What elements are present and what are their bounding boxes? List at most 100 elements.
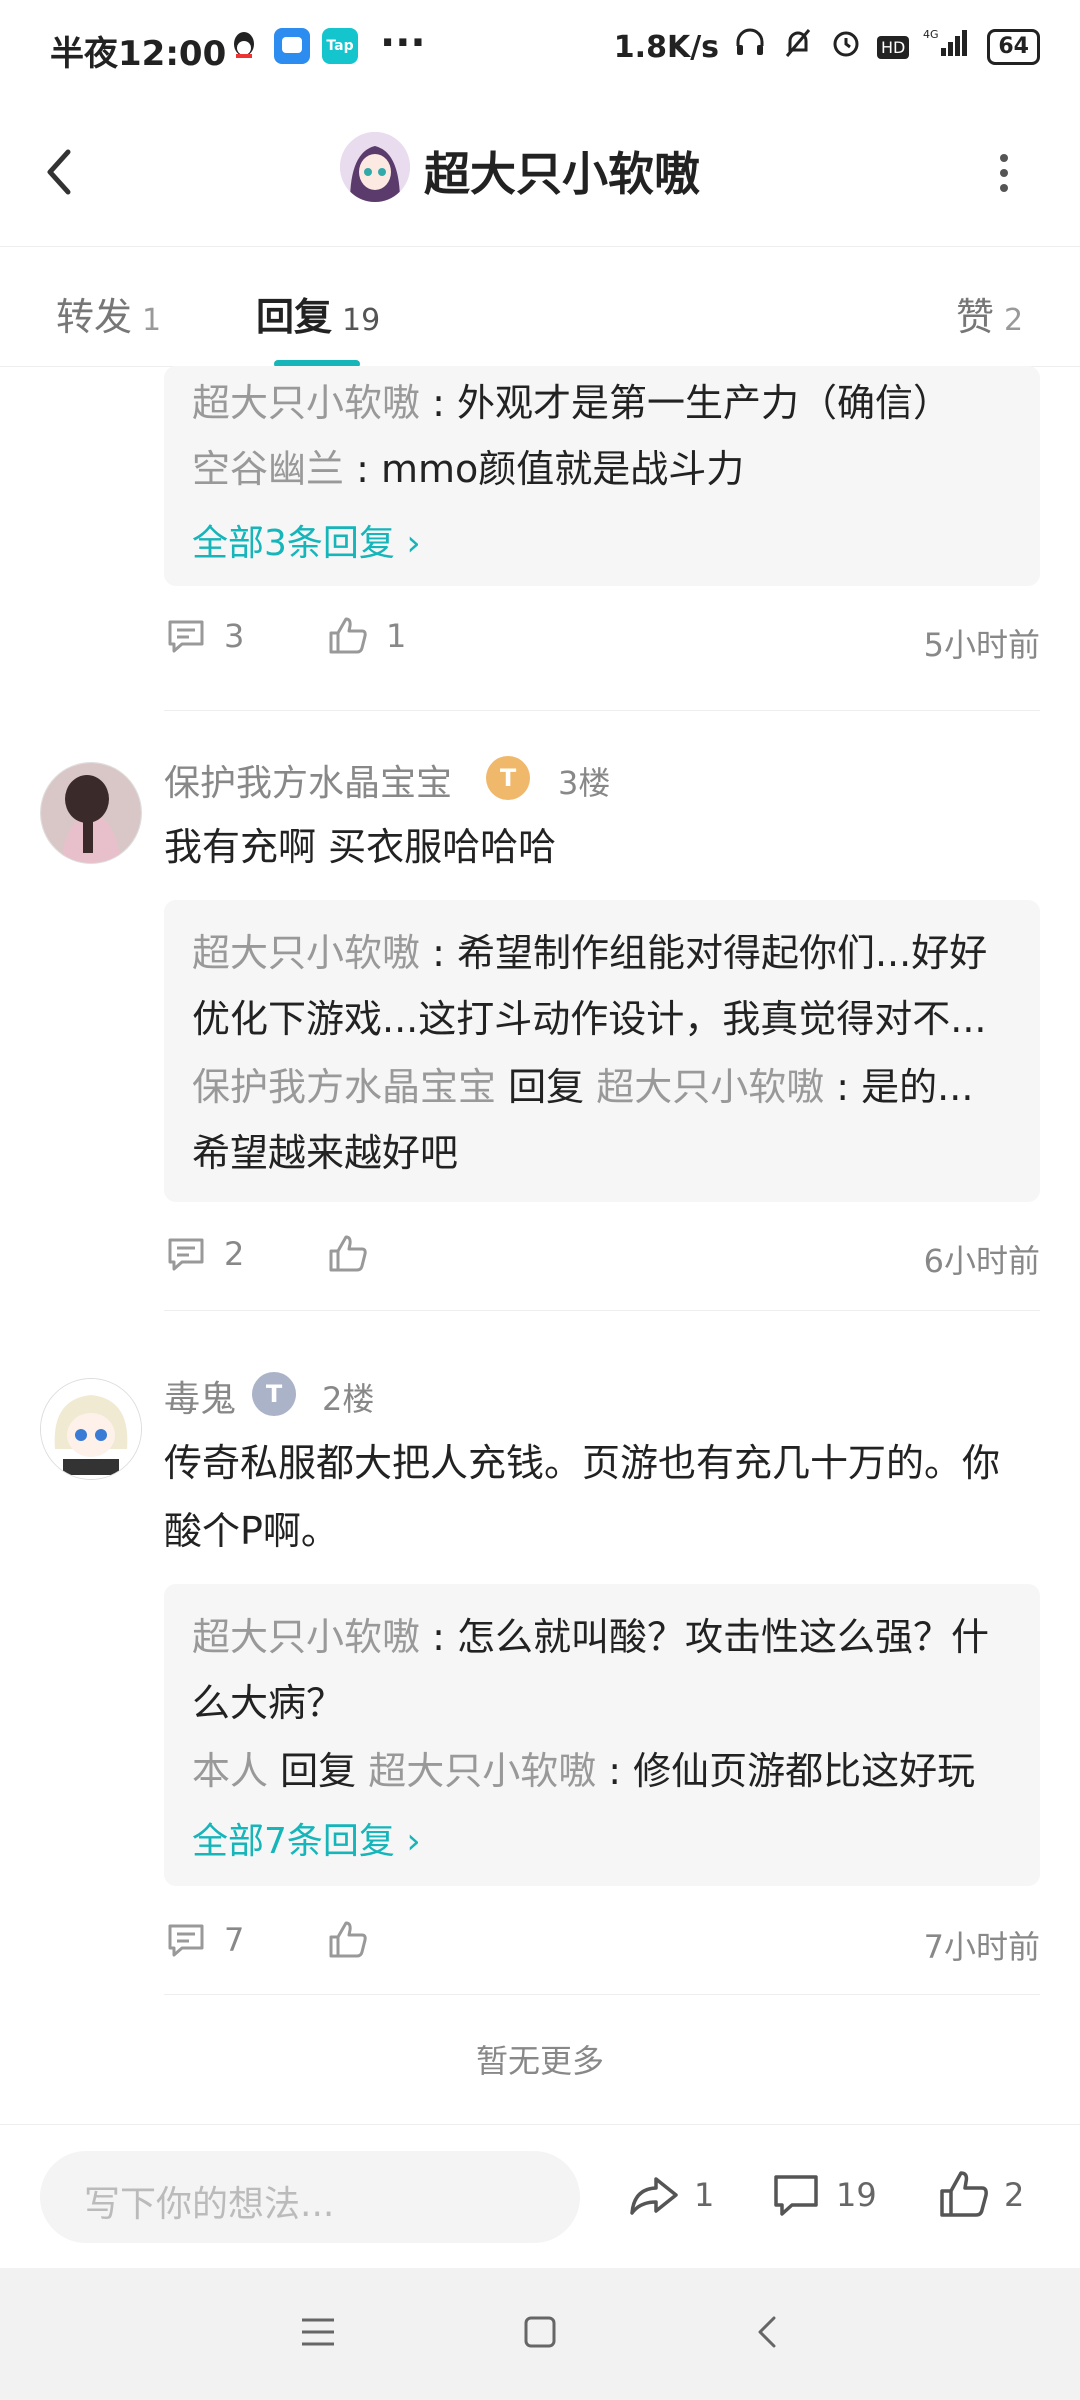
back-button[interactable]	[40, 142, 80, 202]
tab-replies[interactable]: 回复 19	[256, 286, 380, 341]
comment-icon	[168, 1924, 204, 1957]
all-replies-link[interactable]: 全部3条回复 ›	[192, 514, 421, 566]
tab-label: 转发	[56, 295, 133, 339]
user-name[interactable]: 毒鬼	[164, 1370, 236, 1422]
reply-line: 保护我方水晶宝宝 回复 超大只小软嗷 : 是的...	[192, 1054, 1022, 1120]
reply-text: : 外观才是第一生产力（确信）	[420, 381, 951, 425]
comment-icon	[168, 620, 204, 653]
taptap-icon: Tap	[322, 28, 358, 64]
reply-count: 7	[224, 1921, 245, 1959]
like-action[interactable]	[326, 1918, 370, 1966]
reply-target[interactable]: 超大只小软嗷	[368, 1749, 596, 1793]
like-action[interactable]: 1	[326, 614, 406, 658]
qq-icon	[226, 28, 262, 64]
comment-time: 7小时前	[923, 1928, 1040, 1966]
reply-connector: 回复	[496, 1065, 597, 1109]
divider	[164, 1310, 1040, 1311]
comment-count: 19	[836, 2176, 877, 2214]
reply-author[interactable]: 保护我方水晶宝宝	[192, 1065, 496, 1109]
like-count: 2	[1004, 2176, 1025, 2214]
thumbs-up-icon	[329, 1235, 367, 1272]
top-app-bar: 超大只小软嗷	[0, 96, 1080, 247]
reply-count: 2	[224, 1235, 245, 1273]
svg-text:4G: 4G	[923, 28, 939, 41]
reply-line: 超大只小软嗷 : 希望制作组能对得起你们...好好	[192, 920, 1022, 986]
system-nav-bar	[0, 2268, 1080, 2400]
comment-content-line: 酸个P啊。	[164, 1509, 339, 1553]
comment-content-line: 传奇私服都大把人充钱。页游也有充几十万的。你	[164, 1441, 1001, 1485]
reply-line: 空谷幽兰 : mmo颜值就是战斗力	[192, 436, 1022, 502]
battery-icon: 64	[987, 29, 1040, 65]
user-name[interactable]: 保护我方水晶宝宝	[164, 754, 452, 806]
net-speed: 1.8K/s	[613, 29, 720, 65]
status-time: 半夜12:00	[50, 34, 227, 74]
comment-input[interactable]: 写下你的想法...	[40, 2151, 580, 2243]
reply-text: 优化下游戏...这打斗动作设计，我真觉得对不...	[192, 997, 987, 1041]
tab-likes[interactable]: 赞2	[956, 286, 1023, 341]
reply-line: 超大只小软嗷 : 怎么就叫酸？攻击性这么强？什	[192, 1604, 1022, 1670]
reply-author[interactable]: 本人	[192, 1749, 268, 1793]
user-avatar[interactable]	[40, 1378, 142, 1480]
comment-icon	[774, 2175, 818, 2216]
divider	[164, 1994, 1040, 1995]
mute-icon	[781, 26, 815, 68]
status-right: 1.8K/s HD 4G 64	[614, 26, 1040, 68]
thumbs-up-icon	[329, 617, 367, 654]
reply-connector: 回复	[268, 1749, 369, 1793]
signal-icon: 4G	[923, 26, 973, 68]
tab-count: 19	[342, 303, 381, 338]
reply-author[interactable]: 超大只小软嗷	[192, 1615, 420, 1659]
reply-action[interactable]: 3	[164, 614, 244, 658]
hd-icon: HD	[877, 35, 910, 59]
reply-text: : 修仙页游都比这好玩	[596, 1749, 976, 1793]
reply-text: : 是的...	[824, 1065, 974, 1109]
back-nav-icon[interactable]	[748, 2312, 788, 2352]
more-notifications-icon: ···	[380, 20, 426, 66]
comment-button[interactable]: 19	[768, 2167, 877, 2223]
comment-time: 6小时前	[923, 1242, 1040, 1280]
comment-input-placeholder: 写下你的想法...	[84, 2184, 335, 2225]
page-title: 超大只小软嗷	[424, 147, 700, 201]
reply-count: 3	[224, 617, 245, 655]
reply-action[interactable]: 2	[164, 1232, 244, 1276]
reply-line: 希望越来越好吧	[192, 1120, 1022, 1186]
like-button[interactable]: 2	[936, 2167, 1024, 2223]
share-icon	[630, 2177, 678, 2215]
reply-target[interactable]: 超大只小软嗷	[596, 1065, 824, 1109]
tab-label: 回复	[256, 295, 333, 339]
menu-icon[interactable]	[298, 2312, 338, 2352]
reply-line: 本人 回复 超大只小软嗷 : 修仙页游都比这好玩	[192, 1738, 1022, 1804]
reply-author[interactable]: 超大只小软嗷	[192, 381, 420, 425]
alarm-icon	[829, 26, 863, 68]
home-icon[interactable]	[520, 2312, 560, 2352]
reply-text: : 怎么就叫酸？攻击性这么强？什	[420, 1615, 989, 1659]
reply-text: 么大病？	[192, 1681, 345, 1725]
tab-count: 2	[1004, 303, 1024, 338]
reply-action[interactable]: 7	[164, 1918, 244, 1962]
level-badge: T	[486, 756, 530, 800]
comment-content: 我有充啊 买衣服哈哈哈	[164, 825, 557, 869]
level-badge: T	[252, 1372, 296, 1416]
tab-forward[interactable]: 转发 1	[56, 286, 161, 341]
share-count: 1	[694, 2176, 715, 2214]
reply-line: 超大只小软嗷 : 外观才是第一生产力（确信）	[192, 370, 1022, 436]
all-replies-link[interactable]: 全部7条回复 ›	[192, 1812, 421, 1864]
reply-author[interactable]: 空谷幽兰	[192, 447, 344, 491]
thumbs-up-icon	[940, 2171, 988, 2217]
reply-author[interactable]: 超大只小软嗷	[192, 931, 420, 975]
reply-text: : mmo颜值就是战斗力	[344, 447, 745, 491]
reply-box[interactable]: 超大只小软嗷 : 怎么就叫酸？攻击性这么强？什 么大病？ 本人 回复 超大只小软…	[164, 1584, 1040, 1886]
tab-bar: 转发 1 回复 19 赞2	[0, 246, 1080, 368]
reply-line: 么大病？	[192, 1670, 1022, 1736]
reply-box[interactable]: 超大只小软嗷 : 外观才是第一生产力（确信） 空谷幽兰 : mmo颜值就是战斗力…	[164, 366, 1040, 586]
author-avatar[interactable]	[340, 132, 410, 202]
comment-icon	[168, 1238, 204, 1271]
like-action[interactable]	[326, 1232, 370, 1280]
like-count: 1	[386, 617, 407, 655]
reply-box[interactable]: 超大只小软嗷 : 希望制作组能对得起你们...好好 优化下游戏...这打斗动作设…	[164, 900, 1040, 1202]
more-options-icon[interactable]	[994, 148, 1014, 198]
share-button[interactable]: 1	[626, 2167, 714, 2223]
headphone-icon	[733, 26, 767, 68]
user-avatar[interactable]	[40, 762, 142, 864]
tab-label: 赞	[956, 295, 995, 339]
